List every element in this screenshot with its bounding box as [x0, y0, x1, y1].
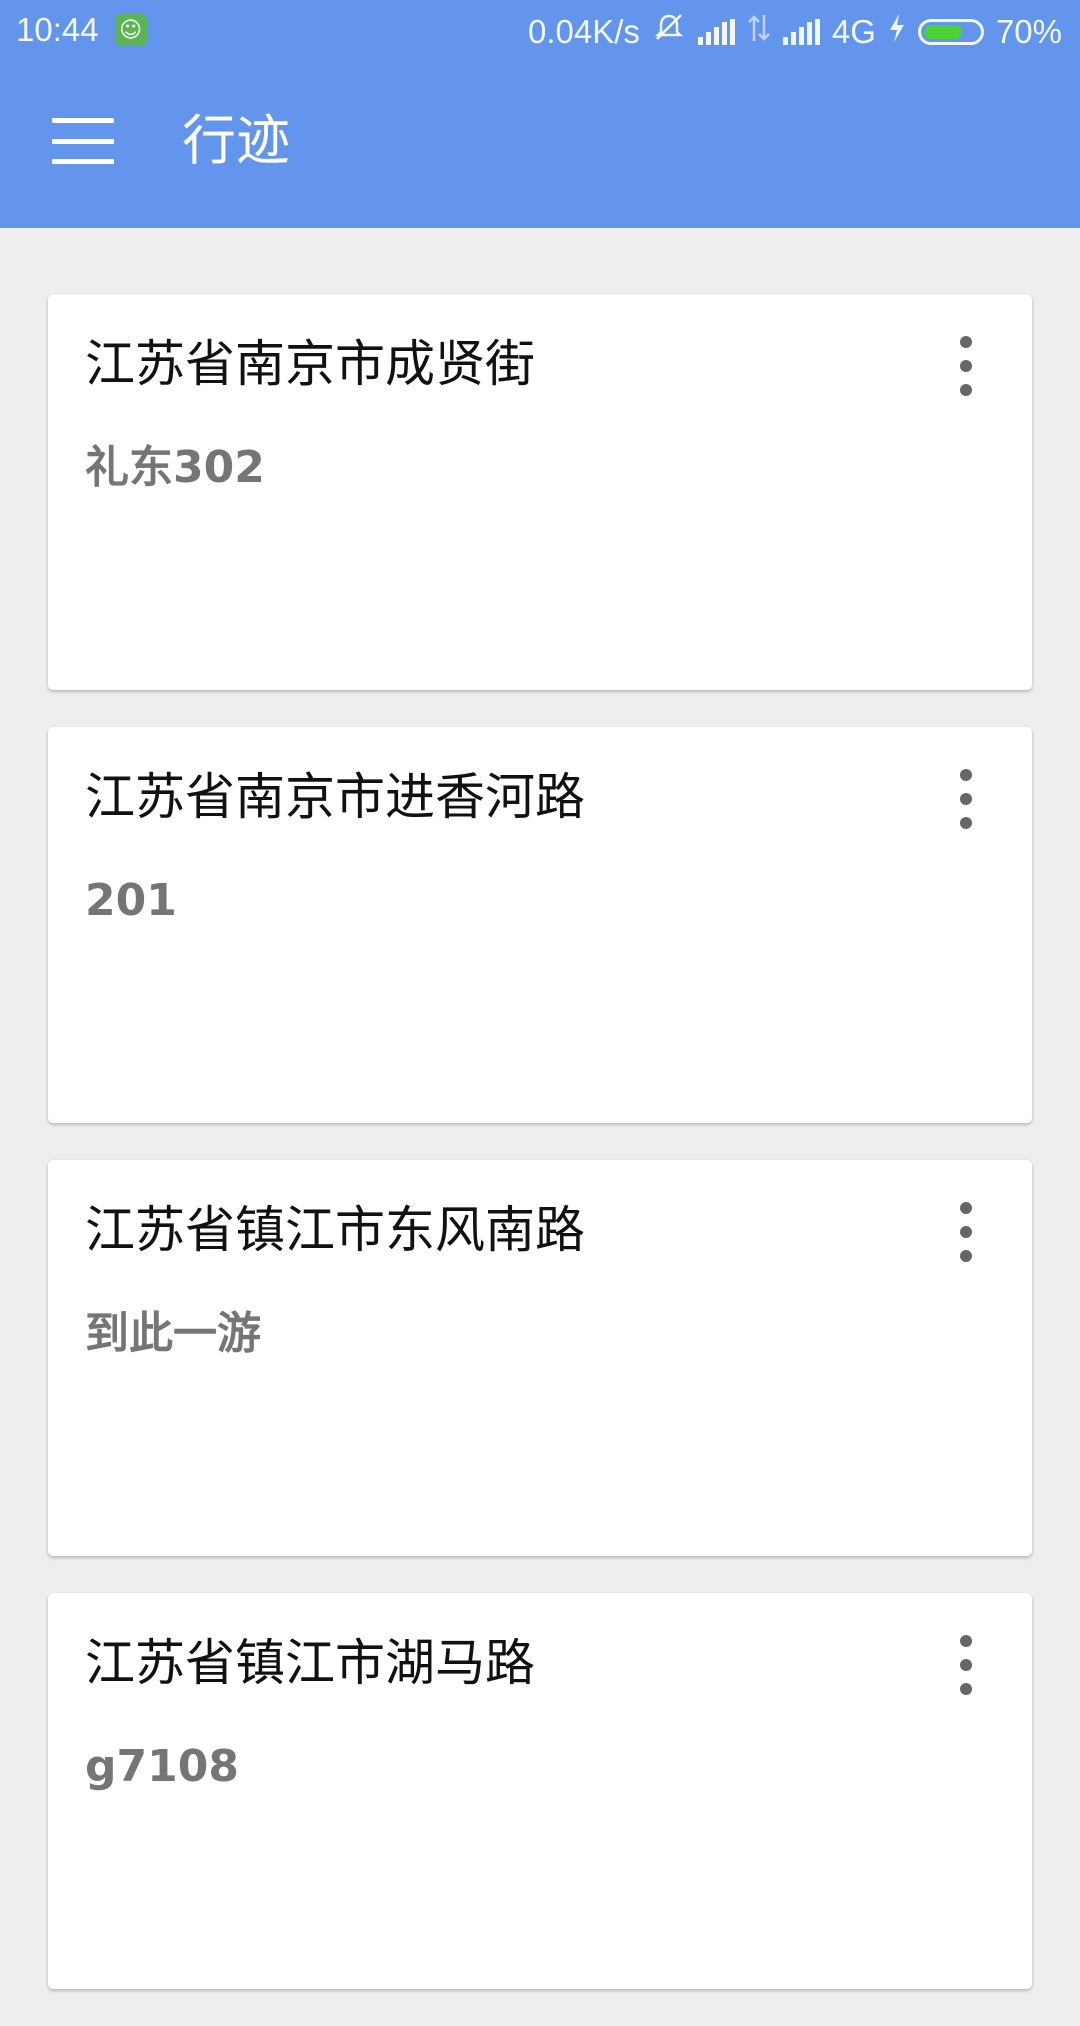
- card-subtitle: 到此一游: [85, 1308, 261, 1359]
- status-time: 10:44: [16, 11, 99, 48]
- more-vert-icon[interactable]: [948, 336, 984, 396]
- status-left: 10:44 ☺: [16, 10, 147, 50]
- battery-fill: [923, 24, 962, 39]
- list-item[interactable]: 江苏省南京市成贤街 礼东302: [48, 294, 1032, 690]
- battery-percent: 70%: [995, 12, 1062, 50]
- network-type: 4G: [831, 12, 876, 50]
- list-item[interactable]: 江苏省镇江市湖马路 g7108: [48, 1593, 1032, 1989]
- data-transfer-icon: [747, 12, 771, 52]
- more-vert-icon[interactable]: [948, 769, 984, 829]
- charging-icon: [888, 12, 906, 52]
- more-vert-icon[interactable]: [948, 1635, 984, 1695]
- status-right: 0.04K/s 4G 70%: [528, 10, 1062, 53]
- card-subtitle: 201: [85, 875, 177, 926]
- status-bar: 10:44 ☺ 0.04K/s 4G 70%: [0, 0, 1080, 62]
- signal-icon: [697, 18, 735, 45]
- network-speed: 0.04K/s: [527, 12, 640, 50]
- more-vert-icon[interactable]: [948, 1202, 984, 1262]
- list-item[interactable]: 江苏省镇江市东风南路 到此一游: [48, 1160, 1032, 1556]
- card-subtitle: 礼东302: [85, 442, 265, 493]
- card-title: 江苏省镇江市东风南路: [85, 1201, 585, 1259]
- vibrate-icon: [652, 10, 686, 53]
- signal-icon: [782, 18, 820, 45]
- app-badge-icon: ☺: [114, 14, 147, 46]
- card-subtitle: g7108: [85, 1741, 239, 1792]
- card-title: 江苏省南京市进香河路: [85, 768, 585, 826]
- app-bar: 10:44 ☺ 0.04K/s 4G 70% 行迹: [0, 0, 1080, 228]
- place-list: 江苏省南京市成贤街 礼东302 江苏省南京市进香河路 201 江苏省镇江市东风南…: [48, 294, 1032, 2026]
- list-item[interactable]: 江苏省南京市进香河路 201: [48, 727, 1032, 1123]
- battery-icon: [917, 18, 984, 45]
- card-title: 江苏省镇江市湖马路: [85, 1634, 535, 1692]
- card-title: 江苏省南京市成贤街: [85, 335, 535, 393]
- hamburger-menu-icon[interactable]: [52, 118, 114, 164]
- page-title: 行迹: [182, 109, 290, 172]
